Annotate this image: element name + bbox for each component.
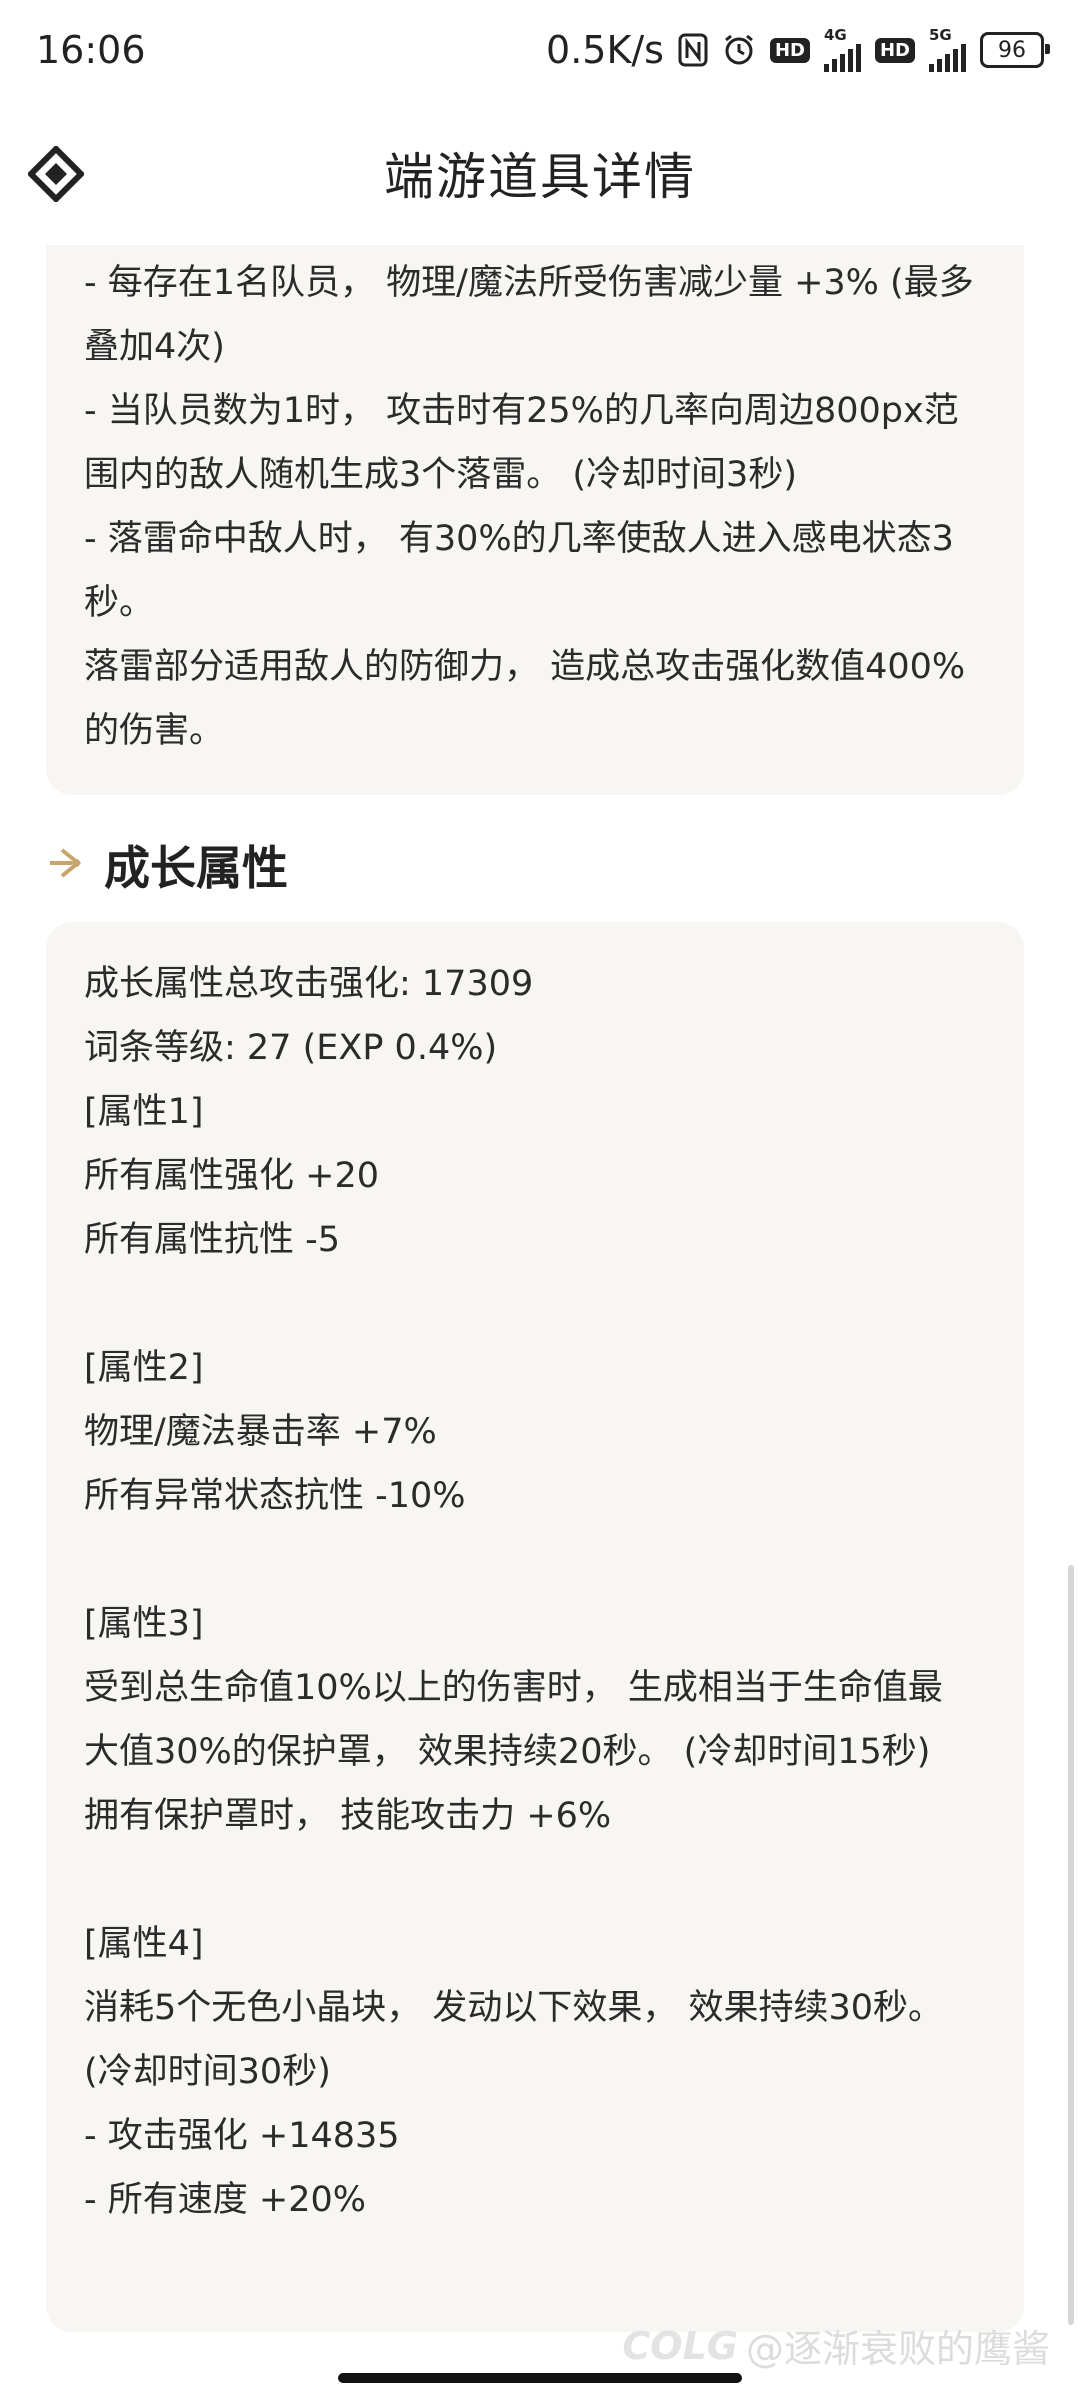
- section-title: 成长属性: [104, 841, 288, 895]
- attribute-line: 受到总生命值10%以上的伤害时， 生成相当于生命值最: [84, 1668, 943, 1708]
- attribute-line: [属性4]: [84, 1924, 204, 1964]
- attribute-line: 拥有保护罩时， 技能攻击力 +6%: [84, 1796, 612, 1836]
- hd-call-icon-2: HD: [874, 37, 915, 63]
- growth-attributes-card: 成长属性总攻击强化: 17309 词条等级: 27 (EXP 0.4%) [属性…: [46, 922, 1024, 2332]
- signal-4g-icon: 4G: [823, 28, 861, 72]
- effect-line: 叠加4次): [84, 327, 225, 367]
- watermark-user: @逐渐衰败的鹰酱: [745, 2327, 1050, 2371]
- attribute-line: 词条等级: 27 (EXP 0.4%): [84, 1028, 498, 1068]
- watermark-brand: COLG: [622, 2323, 738, 2368]
- page-header: 端游道具详情: [0, 100, 1080, 245]
- effect-line: 落雷部分适用敌人的防御力， 造成总攻击强化数值400%: [84, 647, 966, 687]
- network-speed: 0.5K/s: [546, 28, 664, 72]
- attribute-line: [84, 1528, 986, 1592]
- status-bar: 16:06 0.5K/s HD 4G HD 5G 96: [0, 0, 1080, 100]
- diamond-logo-icon[interactable]: [26, 144, 86, 204]
- attribute-line: 所有属性抗性 -5: [84, 1220, 341, 1260]
- effect-description-card: - 每存在1名队员， 物理/魔法所受伤害减少量 +3% (最多 叠加4次) - …: [46, 245, 1024, 795]
- attribute-line: [属性3]: [84, 1604, 204, 1644]
- attribute-line: [84, 1848, 986, 1912]
- growth-section-heading: 成长属性: [46, 830, 288, 900]
- attribute-line: - 攻击强化 +14835: [84, 2116, 400, 2156]
- effect-line: 秒。: [84, 583, 155, 623]
- effect-line: - 每存在1名队员， 物理/魔法所受伤害减少量 +3% (最多: [84, 263, 974, 303]
- arrow-right-icon: [46, 846, 86, 884]
- signal-5g-icon: 5G: [929, 28, 966, 72]
- attribute-line: 所有异常状态抗性 -10%: [84, 1476, 466, 1516]
- attribute-line: 成长属性总攻击强化: 17309: [84, 964, 534, 1004]
- status-time: 16:06: [36, 28, 146, 72]
- attribute-line: (冷却时间30秒): [84, 2052, 331, 2092]
- battery-icon: 96: [980, 32, 1050, 68]
- effect-line: - 当队员数为1时， 攻击时有25%的几率向周边800px范: [84, 391, 959, 431]
- attribute-line: 所有属性强化 +20: [84, 1156, 379, 1196]
- status-icons: 0.5K/s HD 4G HD 5G 96: [546, 28, 1050, 72]
- watermark: COLG @逐渐衰败的鹰酱: [622, 2318, 1050, 2373]
- scrollbar[interactable]: [1068, 1565, 1074, 2325]
- effect-line: 的伤害。: [84, 711, 225, 751]
- alarm-icon: [722, 33, 756, 67]
- attribute-line: 大值30%的保护罩， 效果持续20秒。 (冷却时间15秒): [84, 1732, 931, 1772]
- nfc-icon: [678, 33, 708, 67]
- effect-line: 围内的敌人随机生成3个落雷。 (冷却时间3秒): [84, 455, 797, 495]
- attribute-line: 物理/魔法暴击率 +7%: [84, 1412, 437, 1452]
- hd-call-icon-1: HD: [769, 37, 810, 63]
- attribute-line: [属性2]: [84, 1348, 204, 1388]
- page-title: 端游道具详情: [384, 147, 696, 206]
- attribute-line: 消耗5个无色小晶块， 发动以下效果， 效果持续30秒。: [84, 1988, 944, 2028]
- home-indicator[interactable]: [338, 2373, 742, 2383]
- effect-line: - 落雷命中敌人时， 有30%的几率使敌人进入感电状态3: [84, 519, 954, 559]
- attribute-line: [属性1]: [84, 1092, 204, 1132]
- attribute-line: [84, 1272, 986, 1336]
- attribute-line: - 所有速度 +20%: [84, 2180, 366, 2220]
